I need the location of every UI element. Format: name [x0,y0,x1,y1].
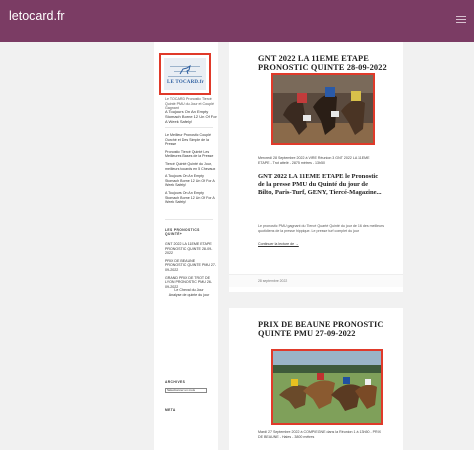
bottom-links: Le Cheval du Jour Analyse de quinte du j… [165,288,213,297]
read-more-link[interactable]: Continuer la lecture de → [258,242,299,246]
post-title[interactable]: PRIX DE BEAUNE PRONOSTIC QUINTE PMU 27-0… [258,320,388,338]
horse-icon [179,64,191,75]
widget-heading: ARCHIVES [165,380,186,384]
divider [165,219,213,220]
pronostics-widget: LES PRONOSTICS QUINTÉ+ GNT 2022 LA 11EME… [165,228,217,289]
list-item[interactable]: Tiercé Quinté Quinté du Jour, meilleurs … [165,162,217,171]
post-title[interactable]: GNT 2022 LA 11EME ETAPE PRONOSTIC QUINTE… [258,54,388,72]
sidebar: LE TOCARD.fr Le TOCARD Pronostic Tiercé … [154,42,218,450]
archives-select[interactable]: Sélectionner un mois [165,388,207,393]
post-meta: Mercredi 28 Septembre 2022 à VIRE Réunio… [258,156,370,166]
post-date[interactable]: 28 septembre 2022 [258,279,287,283]
logo-text: LE TOCARD.fr [167,80,204,85]
race-photo [273,75,373,143]
widget-heading: LES PRONOSTICS QUINTÉ+ [165,228,200,236]
list-item[interactable]: PRIX DE BEAUNE PRONOSTIC QUINTE PMU 27-0… [165,259,217,273]
menu-icon[interactable] [456,16,466,25]
post-meta: Mardi 27 Septembre 2022 à COMPIEGNE dans… [258,430,382,440]
site-header: letocard.fr [0,0,474,42]
post-thumbnail[interactable] [271,349,383,425]
analyse-link[interactable]: Analyse de quinte du jour [165,293,213,298]
post-card: GNT 2022 LA 11EME ETAPE PRONOSTIC QUINTE… [229,42,403,292]
meta-widget: META [165,408,217,412]
list-item[interactable]: Pronostic Tiercé Quinté Les Meilleures B… [165,150,217,159]
divider [165,127,213,128]
post-card: PRIX DE BEAUNE PRONOSTIC QUINTE PMU 27-0… [229,308,403,450]
list-item[interactable]: A Toujours On An Empty Stomach Borne 12 … [165,191,217,205]
archives-widget: ARCHIVES [165,380,217,384]
list-item[interactable]: Le Meilleur Pronostic Couplé Ourché et D… [165,133,217,147]
race-photo [273,351,381,423]
intro-link[interactable]: A Toujours On An Empty Stomach Borne 12 … [165,109,217,124]
meta-link[interactable]: META [165,408,217,412]
site-title[interactable]: letocard.fr [9,9,65,23]
post-subtitle: GNT 2022 LA 11EME ETAPE le Pronostic de … [258,173,382,197]
list-item[interactable]: GNT 2022 LA 11EME ETAPE PRONOSTIC QUINTE… [165,242,217,256]
post-footer: 28 septembre 2022 [229,274,403,287]
logo-image: LE TOCARD.fr [164,58,206,90]
post-excerpt: Le pronostic PMU gagnant du Tiercé Quart… [258,224,385,233]
recent-posts-list: Le Meilleur Pronostic Couplé Ourché et D… [165,133,217,205]
post-thumbnail[interactable] [271,73,375,145]
list-item[interactable]: A Toujours On An Empty Stomach Borne 12 … [165,174,217,188]
site-logo[interactable]: LE TOCARD.fr [159,53,211,95]
